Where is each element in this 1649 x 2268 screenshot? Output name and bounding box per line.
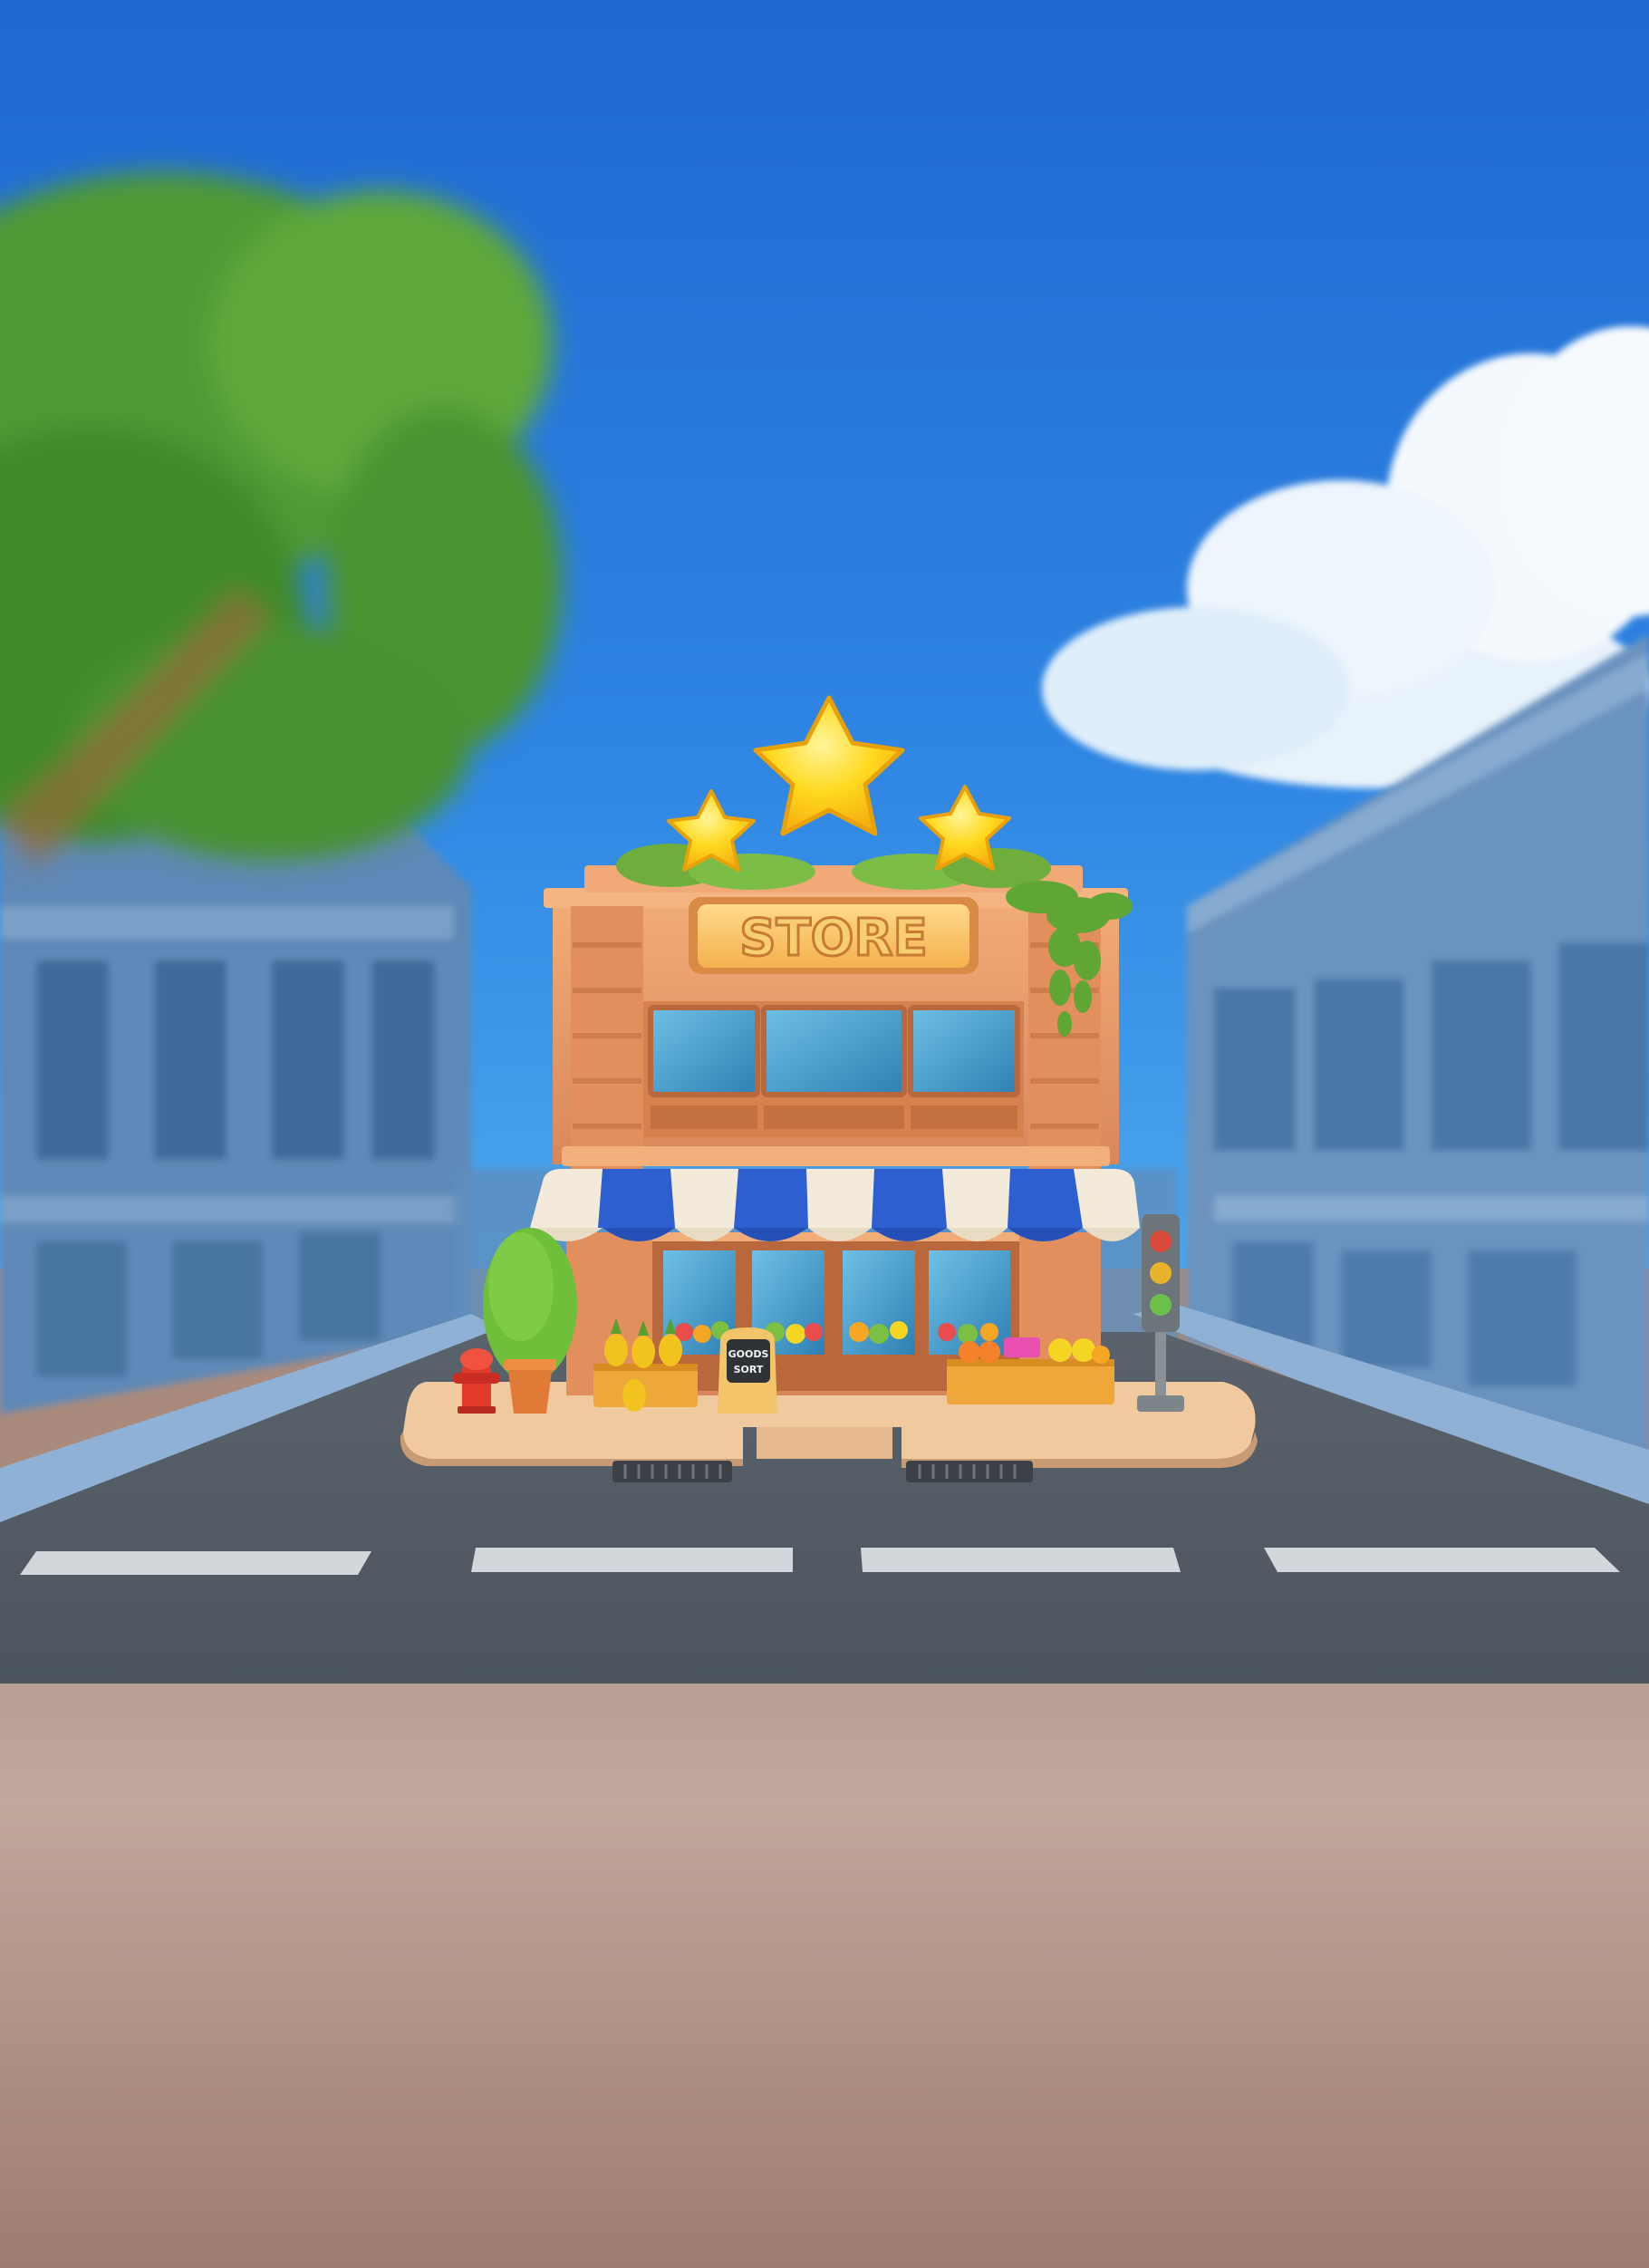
chalkboard-line1: GOODS (728, 1348, 769, 1360)
awning (530, 1169, 1140, 1241)
ground-panel (0, 1684, 1649, 2268)
produce-crate (947, 1337, 1114, 1404)
store-sign-label: STORE (739, 909, 928, 968)
store-scene: STORE GOODS SORT (0, 0, 1649, 2268)
chalkboard-line2: SORT (734, 1364, 764, 1375)
chalkboard-sign: GOODS SORT (718, 1327, 777, 1414)
store-sign: STORE (689, 897, 979, 974)
left-buildings (0, 797, 471, 1414)
